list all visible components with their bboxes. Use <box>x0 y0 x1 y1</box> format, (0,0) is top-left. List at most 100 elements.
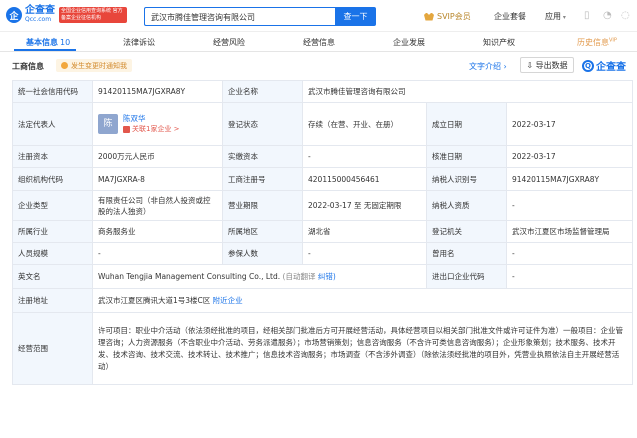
active-tab-indicator <box>14 49 76 51</box>
cell-label: 纳税人资质 <box>426 190 507 221</box>
cell-label: 英文名 <box>12 264 93 289</box>
cell-label: 实缴资本 <box>222 145 303 168</box>
org-code-value: MA7JGXRA-8 <box>92 167 223 191</box>
cell-label: 组织机构代码 <box>12 167 93 191</box>
english-name-value: Wuhan Tengjia Management Consulting Co.,… <box>98 272 281 281</box>
brand-logo-icon: Q <box>582 59 594 72</box>
industry-value: 商务服务业 <box>92 220 223 243</box>
former-name-value: - <box>505 242 634 265</box>
company-name-value: 武汉市腾佳管理咨询有限公司 <box>301 80 634 103</box>
download-icon: ⇩ <box>526 60 536 70</box>
english-name-cell: Wuhan Tengjia Management Consulting Co.,… <box>92 264 427 289</box>
logo-text: 企查查 Qcc.com <box>25 6 55 24</box>
reg-no-value: 420115000456461 <box>302 167 427 191</box>
cell-label: 法定代表人 <box>12 102 93 146</box>
section-header: 工商信息 发生变更时通知我 文字介绍 › ⇩ 导出数据 Q 企查查 <box>0 52 637 80</box>
insured-value: - <box>302 242 427 265</box>
nearby-companies-link[interactable]: 附近企业 <box>213 296 243 305</box>
credit-badge: 全国企业信用查询系统 官方备案企业征信机构 <box>59 7 127 23</box>
authority-value: 武汉市江夏区市场监督管理局 <box>505 220 634 243</box>
tab-risk[interactable]: 经营风险 <box>213 37 245 48</box>
tab-operations[interactable]: 经营信息 <box>303 37 335 48</box>
bell-icon[interactable]: ◔ <box>603 10 612 21</box>
cell-label: 统一社会信用代码 <box>12 80 93 103</box>
business-info-table: 统一社会信用代码 91420115MA7JGXRA8Y 企业名称 武汉市腾佳管理… <box>12 80 634 385</box>
approved-value: 2022-03-17 <box>505 145 634 168</box>
chevron-down-icon: ▾ <box>561 14 566 21</box>
table-row: 经营范围 许可项目：职业中介活动（依法须经批准的项目，经相关部门批准后方可开展经… <box>12 312 634 385</box>
table-row: 统一社会信用代码 91420115MA7JGXRA8Y 企业名称 武汉市腾佳管理… <box>12 80 634 103</box>
tab-count: 10 <box>60 38 71 47</box>
tab-label: 基本信息 <box>26 38 58 47</box>
search-button[interactable]: 查一下 <box>335 7 376 26</box>
logo-mark: 企 <box>6 7 22 23</box>
notify-change-button[interactable]: 发生变更时通知我 <box>56 59 132 72</box>
logo-domain: Qcc.com <box>25 16 52 23</box>
search-input[interactable]: 武汉市腾佳管理咨询有限公司 <box>144 7 335 26</box>
cell-label: 所属地区 <box>222 220 303 243</box>
cell-label: 注册地址 <box>12 288 93 313</box>
type-value: 有限责任公司（非自然人投资或控股的法人独资） <box>92 190 223 221</box>
staff-value: - <box>92 242 223 265</box>
cell-label: 登记机关 <box>426 220 507 243</box>
taxpayer-id-value: 91420115MA7JGXRA8Y <box>505 167 634 191</box>
paid-capital-value: - <box>302 145 427 168</box>
legal-rep-link[interactable]: 陈双华 <box>123 113 180 124</box>
tab-ip[interactable]: 知识产权 <box>483 37 515 48</box>
brand-watermark: Q 企查查 <box>582 58 626 73</box>
cell-label: 参保人数 <box>222 242 303 265</box>
cell-label: 进出口企业代码 <box>426 264 507 289</box>
vip-tag: VIP <box>609 37 617 44</box>
cell-label: 经营范围 <box>12 312 93 385</box>
bell-icon <box>61 62 68 69</box>
apps-label: 应用 <box>545 12 561 21</box>
brand-label: 企查查 <box>596 62 626 73</box>
tab-legal[interactable]: 法律诉讼 <box>123 37 155 48</box>
export-button[interactable]: ⇩ 导出数据 <box>520 57 574 73</box>
cell-label: 人员规模 <box>12 242 93 265</box>
svip-link[interactable]: SVIP会员 <box>424 11 471 22</box>
auto-translate-note: (自动翻译 <box>282 272 316 281</box>
tab-bar: 基本信息 10 法律诉讼 经营风险 经营信息 企业发展 知识产权 历史信息VIP <box>0 32 637 52</box>
tab-history[interactable]: 历史信息VIP <box>577 37 617 48</box>
cell-label: 成立日期 <box>426 102 507 146</box>
region-value: 湖北省 <box>302 220 427 243</box>
notice-label: 发生变更时通知我 <box>71 61 127 70</box>
site-logo[interactable]: 企 企查查 Qcc.com 全国企业信用查询系统 官方备案企业征信机构 <box>6 6 127 24</box>
related-companies-link[interactable]: 关联1家企业 > <box>123 124 180 135</box>
tag-icon <box>123 125 130 133</box>
cell-label: 曾用名 <box>426 242 507 265</box>
crown-icon <box>424 12 434 21</box>
enterprise-package-link[interactable]: 企业套餐 <box>494 11 526 22</box>
credit-code-value: 91420115MA7JGXRA8Y <box>92 80 223 103</box>
avatar: 陈 <box>98 114 118 134</box>
related-label: 关联1家企业 > <box>132 125 180 133</box>
text-intro-link[interactable]: 文字介绍 › <box>469 61 507 72</box>
tab-development[interactable]: 企业发展 <box>393 37 425 48</box>
table-row: 英文名 Wuhan Tengjia Management Consulting … <box>12 264 634 289</box>
founded-value: 2022-03-17 <box>505 102 634 146</box>
top-bar: 企 企查查 Qcc.com 全国企业信用查询系统 官方备案企业征信机构 武汉市腾… <box>0 0 637 32</box>
table-row: 注册资本 2000万元人民币 实缴资本 - 核准日期 2022-03-17 <box>12 145 634 168</box>
tab-label: 历史信息 <box>577 38 609 47</box>
export-label: 导出数据 <box>535 60 568 70</box>
table-row: 注册地址 武汉市江夏区腾讯大道1号3楼C区 附近企业 <box>12 288 634 313</box>
import-export-value: - <box>505 264 634 289</box>
table-row: 人员规模 - 参保人数 - 曾用名 - <box>12 242 634 265</box>
phone-icon[interactable]: ▯ <box>584 10 590 21</box>
correction-link[interactable]: 纠错) <box>318 272 336 281</box>
table-row: 组织机构代码 MA7JGXRA-8 工商注册号 420115000456461 … <box>12 167 634 191</box>
cell-label: 注册资本 <box>12 145 93 168</box>
table-row: 所属行业 商务服务业 所属地区 湖北省 登记机关 武汉市江夏区市场监督管理局 <box>12 220 634 243</box>
user-icon[interactable]: ◌ <box>621 10 630 21</box>
cell-label: 核准日期 <box>426 145 507 168</box>
table-row: 法定代表人 陈 陈双华 关联1家企业 > 登记状态 存续（在营、开业、在册） 成… <box>12 102 634 146</box>
apps-menu[interactable]: 应用 ▾ <box>545 11 566 22</box>
section-title: 工商信息 <box>12 62 44 71</box>
legal-rep-cell: 陈 陈双华 关联1家企业 > <box>92 102 223 146</box>
reg-status-value: 存续（在营、开业、在册） <box>302 102 427 146</box>
cell-label: 登记状态 <box>222 102 303 146</box>
tab-basic-info[interactable]: 基本信息 10 <box>26 37 70 48</box>
taxpayer-qual-value: - <box>505 190 634 221</box>
address-cell: 武汉市江夏区腾讯大道1号3楼C区 附近企业 <box>91 288 634 313</box>
